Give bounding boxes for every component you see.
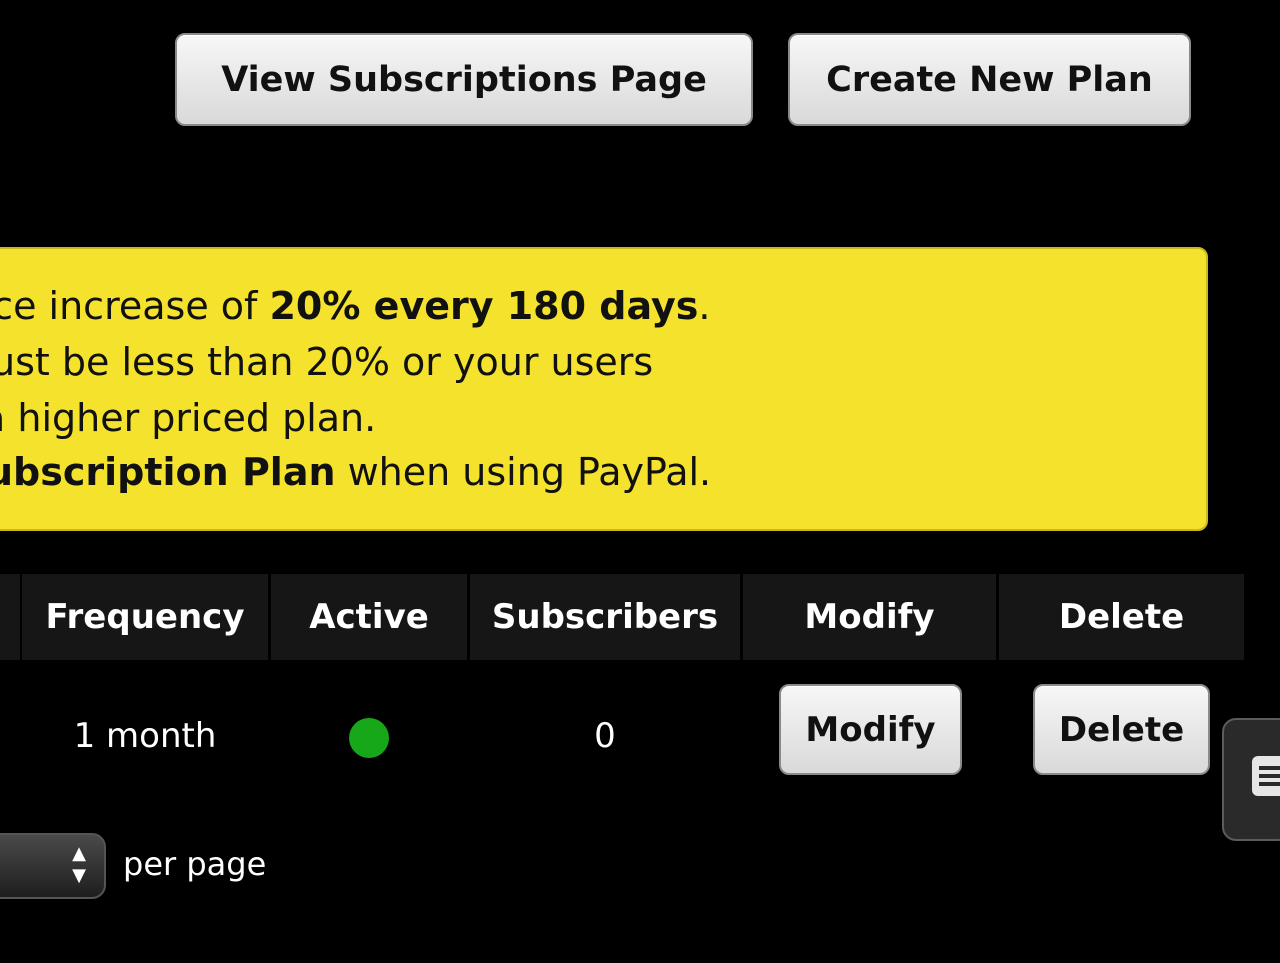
notice-line-1-text: rice increase of xyxy=(0,284,258,328)
active-status-icon xyxy=(349,718,389,758)
notice-line-3: a higher priced plan. xyxy=(0,396,377,440)
notice-line-1-suffix: . xyxy=(698,284,711,328)
per-page-label: per page xyxy=(123,845,267,883)
table-header-subscribers: Subscribers xyxy=(470,574,740,660)
table-header-delete: Delete xyxy=(999,574,1244,660)
list-icon xyxy=(1252,756,1280,796)
table-header-frequency: Frequency xyxy=(22,574,268,660)
row-frequency: 1 month xyxy=(73,716,217,756)
notice-line-4-text: when using PayPal. xyxy=(335,450,712,494)
table-header-cell xyxy=(0,574,20,660)
floating-widget-button[interactable] xyxy=(1222,718,1280,841)
notice-line-4-emphasis: ubscription Plan xyxy=(0,450,336,494)
table-header-active: Active xyxy=(271,574,467,660)
notice-line-2: must be less than 20% or your users xyxy=(0,340,654,384)
notice-line-1: rice increase of 20% every 180 days. xyxy=(0,287,710,325)
modify-plan-button[interactable]: Modify xyxy=(779,684,962,775)
table-header-modify: Modify xyxy=(743,574,996,660)
create-new-plan-button[interactable]: Create New Plan xyxy=(788,33,1191,126)
delete-plan-button[interactable]: Delete xyxy=(1033,684,1210,775)
row-subscribers-count: 0 xyxy=(594,716,616,756)
up-down-arrows-icon: ▲ ▼ xyxy=(72,843,86,886)
per-page-select[interactable]: ▲ ▼ xyxy=(0,833,106,899)
notice-line-4: ubscription Plan when using PayPal. xyxy=(0,453,711,491)
notice-line-1-emphasis: 20% every 180 days xyxy=(269,284,699,328)
price-increase-notice: rice increase of 20% every 180 days. mus… xyxy=(0,247,1208,531)
subscription-plans-page: View Subscriptions Page Create New Plan … xyxy=(0,0,1280,963)
view-subscriptions-page-button[interactable]: View Subscriptions Page xyxy=(175,33,753,126)
